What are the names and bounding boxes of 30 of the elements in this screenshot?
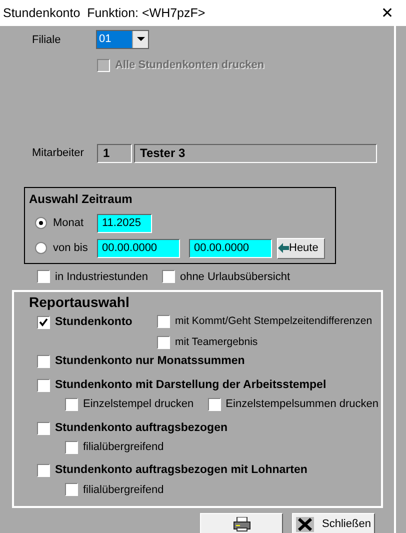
checkbox-label: Stundenkonto auftragsbezogen	[55, 420, 228, 436]
checkbox-label: Stundenkonto nur Monatssummen	[55, 354, 245, 368]
checkbox-label: Alle Stundenkonten drucken	[115, 58, 264, 73]
group-title: Reportauswahl	[29, 293, 130, 311]
checkbox-label: Stundenkonto auftragsbezogen mit Lohnarten	[55, 463, 308, 478]
window-title: Stundenkonto Funktion: <WH7pzF>	[3, 4, 206, 22]
employee-name-field: Tester 3	[134, 144, 377, 162]
checkbox-label: mit Teamergebnis	[175, 334, 258, 350]
date-field[interactable]: 11.2025	[97, 214, 152, 232]
checkbox-label: in Industriestunden	[55, 270, 148, 284]
branch-dropdown[interactable]: 01	[96, 30, 149, 49]
close-button[interactable]: Schließen	[292, 513, 375, 533]
employee-number-field: 1	[97, 144, 132, 162]
checkbox-label: filialübergreifend	[83, 440, 164, 455]
checkbox-label: Einzelstempel drucken	[83, 397, 194, 412]
group-title: Auswahl Zeitraum	[29, 190, 134, 208]
field-label: Filiale	[32, 33, 62, 48]
radio-label: Monat	[53, 216, 85, 231]
radio-label: von bis	[53, 240, 89, 256]
checkbox-label: Stundenkonto	[55, 315, 132, 330]
checkbox-label: mit Kommt/Geht Stempelzeitendifferenzen	[175, 314, 372, 329]
checkbox-label: ohne Urlaubsübersicht	[180, 270, 290, 284]
date-field[interactable]: 00.00.0000	[189, 238, 272, 258]
date-field[interactable]: 00.00.0000	[97, 238, 180, 258]
today-button[interactable]: Heute	[277, 238, 325, 258]
checkbox-label: Einzelstempelsummen drucken	[226, 397, 379, 412]
field-label: Mitarbeiter	[32, 146, 85, 161]
checkbox-label: filialübergreifend	[83, 482, 164, 498]
checkbox-label: Stundenkonto mit Darstellung der Arbeitsstempel	[55, 378, 326, 393]
close-button[interactable]: ✕	[381, 6, 394, 20]
